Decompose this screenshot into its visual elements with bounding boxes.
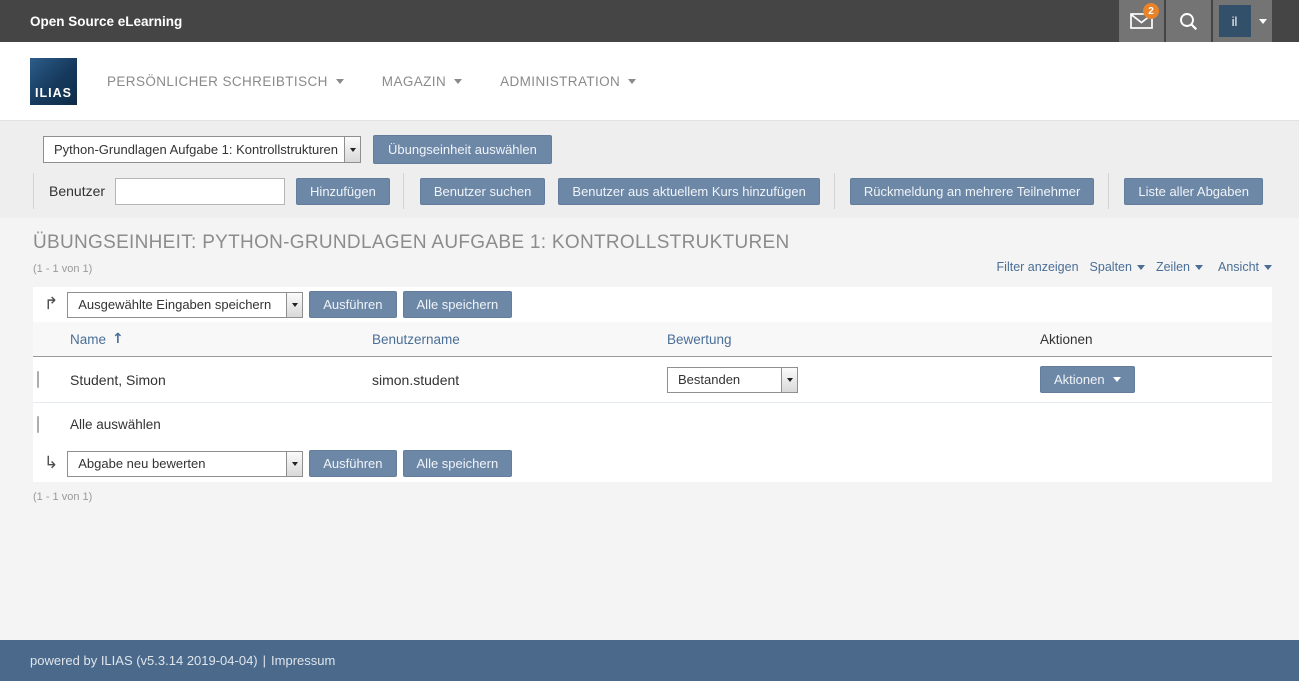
show-filter-link[interactable]: Filter anzeigen	[997, 260, 1079, 274]
table-header-row: Name ↑ Benutzername Bewertung Aktionen	[33, 322, 1272, 357]
chevron-down-icon	[336, 79, 344, 84]
add-user-button[interactable]: Hinzufügen	[296, 178, 390, 205]
user-input[interactable]	[115, 178, 285, 205]
cell-name: Student, Simon	[70, 372, 372, 388]
site-title: Open Source eLearning	[30, 14, 182, 29]
page-title: ÜBUNGSEINHEIT: PYTHON-GRUNDLAGEN AUFGABE…	[33, 232, 1272, 254]
top-bar: Open Source eLearning 2 il	[0, 0, 1299, 42]
bottom-action-select[interactable]: Abgabe neu bewerten	[67, 451, 303, 477]
cell-username: simon.student	[372, 372, 667, 388]
table-meta-row: (1 - 1 von 1) Filter anzeigen Spalten Ze…	[33, 260, 1272, 278]
table-top-toolbar: ↱ Ausgewählte Eingaben speichern Ausführ…	[33, 287, 1272, 322]
chevron-down-icon	[1259, 19, 1267, 24]
search-icon	[1179, 12, 1198, 31]
select-arrow-icon	[344, 137, 360, 162]
exercise-unit-select[interactable]: Python-Grundlagen Aufgabe 1: Kontrollstr…	[43, 136, 361, 163]
chevron-down-icon	[1264, 265, 1272, 270]
mail-button[interactable]: 2	[1119, 0, 1164, 42]
nav-administration[interactable]: ADMINISTRATION	[500, 74, 636, 89]
sort-ascending-icon: ↑	[112, 331, 124, 347]
footer: powered by ILIAS (v5.3.14 2019-04-04) | …	[0, 640, 1299, 681]
avatar: il	[1219, 5, 1251, 37]
apply-to-selection-top-icon: ↱	[44, 296, 58, 313]
column-header-actions: Aktionen	[1040, 332, 1272, 347]
table-row: Student, Simon simon.student Bestanden A…	[33, 357, 1272, 403]
column-header-grade[interactable]: Bewertung	[667, 332, 1040, 347]
search-button[interactable]	[1166, 0, 1211, 42]
main-header: ILIAS PERSÖNLICHER SCHREIBTISCH MAGAZIN …	[0, 42, 1299, 120]
powered-by-text: powered by ILIAS (v5.3.14 2019-04-04)	[30, 653, 258, 668]
table-bottom-toolbar: ↳ Abgabe neu bewerten Ausführen Alle spe…	[33, 445, 1272, 482]
toolbar-divider	[1108, 173, 1109, 209]
save-all-top-button[interactable]: Alle speichern	[403, 291, 513, 318]
execute-top-button[interactable]: Ausführen	[309, 291, 396, 318]
table-view-links: Filter anzeigen Spalten Zeilen Ansicht	[997, 260, 1272, 274]
ilias-app: Open Source eLearning 2 il	[0, 0, 1299, 681]
ilias-logo-text: ILIAS	[35, 86, 72, 100]
add-from-course-button[interactable]: Benutzer aus aktuellem Kurs hinzufügen	[558, 178, 819, 205]
nav-label: PERSÖNLICHER SCHREIBTISCH	[107, 74, 328, 89]
user-actions-row: Benutzer Hinzufügen Benutzer suchen Benu…	[33, 173, 1272, 209]
execute-bottom-button[interactable]: Ausführen	[309, 450, 396, 477]
select-arrow-icon	[286, 293, 302, 317]
page-content: ÜBUNGSEINHEIT: PYTHON-GRUNDLAGEN AUFGABE…	[0, 218, 1299, 640]
toolbar-divider	[403, 173, 404, 209]
rows-dropdown[interactable]: Zeilen	[1156, 260, 1203, 274]
top-action-select[interactable]: Ausgewählte Eingaben speichern	[67, 292, 303, 318]
select-all-checkbox[interactable]	[37, 416, 39, 433]
toolbar-divider	[33, 173, 34, 209]
column-header-username[interactable]: Benutzername	[372, 332, 667, 347]
chevron-down-icon	[454, 79, 462, 84]
chevron-down-icon	[1113, 377, 1121, 382]
select-all-row: Alle auswählen	[33, 403, 1272, 445]
select-exercise-unit-button[interactable]: Übungseinheit auswählen	[373, 135, 552, 164]
row-checkbox[interactable]	[37, 371, 39, 388]
nav-personal-desktop[interactable]: PERSÖNLICHER SCHREIBTISCH	[107, 74, 344, 89]
exercise-select-row: Python-Grundlagen Aufgabe 1: Kontrollstr…	[43, 135, 1272, 164]
view-dropdown[interactable]: Ansicht	[1218, 260, 1272, 274]
chevron-down-icon	[1195, 265, 1203, 270]
exercise-unit-select-value: Python-Grundlagen Aufgabe 1: Kontrollstr…	[44, 137, 344, 162]
save-all-bottom-button[interactable]: Alle speichern	[403, 450, 513, 477]
apply-to-selection-bottom-icon: ↳	[44, 455, 58, 472]
chevron-down-icon	[1137, 265, 1145, 270]
grade-select[interactable]: Bestanden	[667, 367, 798, 393]
grade-select-value: Bestanden	[668, 368, 781, 392]
select-all-label: Alle auswählen	[70, 417, 372, 432]
select-arrow-icon	[286, 452, 302, 476]
select-arrow-icon	[781, 368, 797, 392]
pagination-bottom: (1 - 1 von 1)	[33, 491, 1272, 503]
ilias-logo[interactable]: ILIAS	[30, 58, 77, 105]
footer-separator: |	[263, 653, 266, 668]
user-menu-button[interactable]: il	[1213, 0, 1272, 42]
nav-label: MAGAZIN	[382, 74, 446, 89]
list-all-submissions-button[interactable]: Liste aller Abgaben	[1124, 178, 1263, 205]
column-header-name[interactable]: Name ↑	[70, 331, 372, 347]
feedback-multiple-button[interactable]: Rückmeldung an mehrere Teilnehmer	[850, 178, 1095, 205]
pagination-top: (1 - 1 von 1)	[33, 263, 92, 275]
toolbar-divider	[834, 173, 835, 209]
top-action-select-value: Ausgewählte Eingaben speichern	[68, 293, 286, 317]
filter-toolbar: Python-Grundlagen Aufgabe 1: Kontrollstr…	[0, 120, 1299, 218]
mail-badge: 2	[1143, 3, 1159, 19]
chevron-down-icon	[628, 79, 636, 84]
nav-label: ADMINISTRATION	[500, 74, 620, 89]
members-table: ↱ Ausgewählte Eingaben speichern Ausführ…	[33, 287, 1272, 482]
impressum-link[interactable]: Impressum	[271, 653, 335, 668]
user-label: Benutzer	[49, 183, 105, 199]
topbar-icon-panel: 2 il	[1119, 0, 1272, 42]
row-actions-button[interactable]: Aktionen	[1040, 366, 1135, 393]
columns-dropdown[interactable]: Spalten	[1090, 260, 1145, 274]
search-users-button[interactable]: Benutzer suchen	[420, 178, 546, 205]
main-nav: PERSÖNLICHER SCHREIBTISCH MAGAZIN ADMINI…	[107, 74, 636, 89]
nav-repository[interactable]: MAGAZIN	[382, 74, 462, 89]
bottom-action-select-value: Abgabe neu bewerten	[68, 452, 286, 476]
